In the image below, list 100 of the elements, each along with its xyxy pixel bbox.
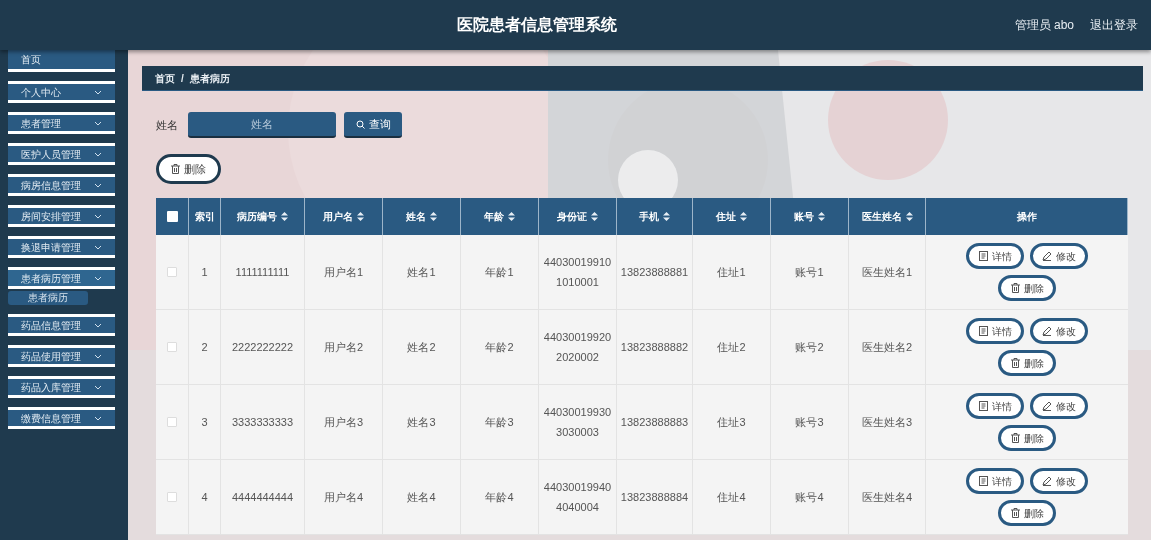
chevron-down-icon	[94, 213, 102, 219]
sidebar-item[interactable]: 个人中心	[8, 81, 115, 103]
sort-icon[interactable]	[663, 212, 670, 221]
breadcrumb-link[interactable]: 首页	[155, 70, 175, 86]
sidebar-item[interactable]: 患者管理	[8, 112, 115, 134]
table-cell: 账号2	[771, 310, 849, 384]
table-cell: 440300199404040004	[539, 460, 617, 534]
pencil-icon	[1042, 476, 1052, 486]
chevron-down-icon	[94, 322, 102, 328]
table-cell: 用户名4	[305, 460, 383, 534]
row-checkbox[interactable]	[167, 417, 177, 427]
edit-button[interactable]: 修改	[1030, 318, 1088, 344]
chevron-down-icon	[94, 353, 102, 359]
sidebar-item[interactable]: 药品信息管理	[8, 314, 115, 336]
table-cell: 13823888881	[617, 235, 693, 309]
table-cell: 年龄3	[461, 385, 539, 459]
trash-icon	[1010, 358, 1020, 368]
sort-icon[interactable]	[281, 212, 288, 221]
edit-button[interactable]: 修改	[1030, 393, 1088, 419]
search-label: 姓名	[156, 117, 178, 133]
table-cell: 医生姓名4	[849, 460, 926, 534]
table-cell: 13823888884	[617, 460, 693, 534]
detail-button[interactable]: 详情	[966, 243, 1024, 269]
chevron-down-icon	[94, 151, 102, 157]
table-cell: 440300199202020002	[539, 310, 617, 384]
table-cell: 年龄1	[461, 235, 539, 309]
table-cell: 医生姓名3	[849, 385, 926, 459]
table-cell: 用户名1	[305, 235, 383, 309]
detail-button[interactable]: 详情	[966, 393, 1024, 419]
table-cell: 姓名4	[383, 460, 461, 534]
row-checkbox[interactable]	[167, 267, 177, 277]
table-cell: 住址3	[693, 385, 771, 459]
chevron-down-icon	[94, 120, 102, 126]
logout-link[interactable]: 退出登录	[1090, 16, 1138, 34]
delete-button[interactable]: 删除	[998, 500, 1056, 526]
select-all-checkbox[interactable]	[166, 211, 178, 222]
chevron-down-icon	[94, 275, 102, 281]
sort-icon[interactable]	[740, 212, 747, 221]
name-search-field[interactable]: 姓名	[188, 112, 336, 138]
trash-icon	[1010, 508, 1020, 518]
sidebar-item[interactable]: 药品入库管理	[8, 376, 115, 398]
sidebar-item[interactable]: 首页	[8, 50, 115, 72]
table-cell: 住址1	[693, 235, 771, 309]
sort-icon[interactable]	[591, 212, 598, 221]
search-icon	[355, 119, 365, 129]
user-label: 管理员 abo	[1014, 17, 1074, 34]
sort-icon[interactable]	[508, 212, 515, 221]
table-cell: 年龄4	[461, 460, 539, 534]
edit-button[interactable]: 修改	[1030, 243, 1088, 269]
table-cell: 姓名2	[383, 310, 461, 384]
table-cell: 13823888883	[617, 385, 693, 459]
delete-button[interactable]: 删除	[998, 425, 1056, 451]
table-cell: 1	[189, 235, 221, 309]
sort-icon[interactable]	[905, 212, 913, 221]
table-cell: 账号4	[771, 460, 849, 534]
pencil-icon	[1042, 326, 1052, 336]
document-icon	[978, 251, 988, 261]
document-icon	[978, 476, 988, 486]
sidebar-item[interactable]: 换退申请管理	[8, 236, 115, 258]
breadcrumb-link[interactable]: 患者病历	[189, 70, 230, 86]
table-cell: 医生姓名1	[849, 235, 926, 309]
table-cell: 账号3	[771, 385, 849, 459]
table-cell: 4	[189, 460, 221, 534]
sidebar-item[interactable]: 缴费信息管理	[8, 407, 115, 429]
breadcrumb-separator: /	[181, 71, 184, 86]
trash-icon	[1010, 433, 1020, 443]
chevron-down-icon	[94, 384, 102, 390]
edit-button[interactable]: 修改	[1030, 468, 1088, 494]
batch-delete-button[interactable]: 删除	[156, 154, 221, 184]
table-cell: 用户名2	[305, 310, 383, 384]
table-cell: 年龄2	[461, 310, 539, 384]
pencil-icon	[1042, 401, 1052, 411]
sidebar-item[interactable]: 医护人员管理	[8, 143, 115, 165]
sidebar-item[interactable]: 病房信息管理	[8, 174, 115, 196]
sidebar-item[interactable]: 患者病历管理	[8, 267, 115, 289]
delete-button[interactable]: 删除	[998, 350, 1056, 376]
detail-button[interactable]: 详情	[966, 318, 1024, 344]
chevron-down-icon	[94, 415, 102, 421]
table-cell: 440300199303030003	[539, 385, 617, 459]
sidebar-item[interactable]: 房间安排管理	[8, 205, 115, 227]
sidebar-item[interactable]: 药品使用管理	[8, 345, 115, 367]
pencil-icon	[1042, 251, 1052, 261]
row-checkbox[interactable]	[167, 342, 177, 352]
table-cell: 2222222222	[221, 310, 305, 384]
table-cell: 4444444444	[221, 460, 305, 534]
document-icon	[978, 326, 988, 336]
table-cell: 440300199101010001	[539, 235, 617, 309]
table-cell: 住址4	[693, 460, 771, 534]
sort-icon[interactable]	[357, 212, 364, 221]
table-cell: 姓名1	[383, 235, 461, 309]
sidebar-subitem[interactable]: 患者病历	[8, 291, 88, 305]
detail-button[interactable]: 详情	[966, 468, 1024, 494]
sort-icon[interactable]	[818, 212, 825, 221]
row-checkbox[interactable]	[167, 492, 177, 502]
trash-icon	[1010, 283, 1020, 293]
sort-icon[interactable]	[430, 212, 437, 221]
table-cell: 3	[189, 385, 221, 459]
search-button[interactable]: 查询	[344, 112, 402, 138]
delete-button[interactable]: 删除	[998, 275, 1056, 301]
table-cell: 用户名3	[305, 385, 383, 459]
